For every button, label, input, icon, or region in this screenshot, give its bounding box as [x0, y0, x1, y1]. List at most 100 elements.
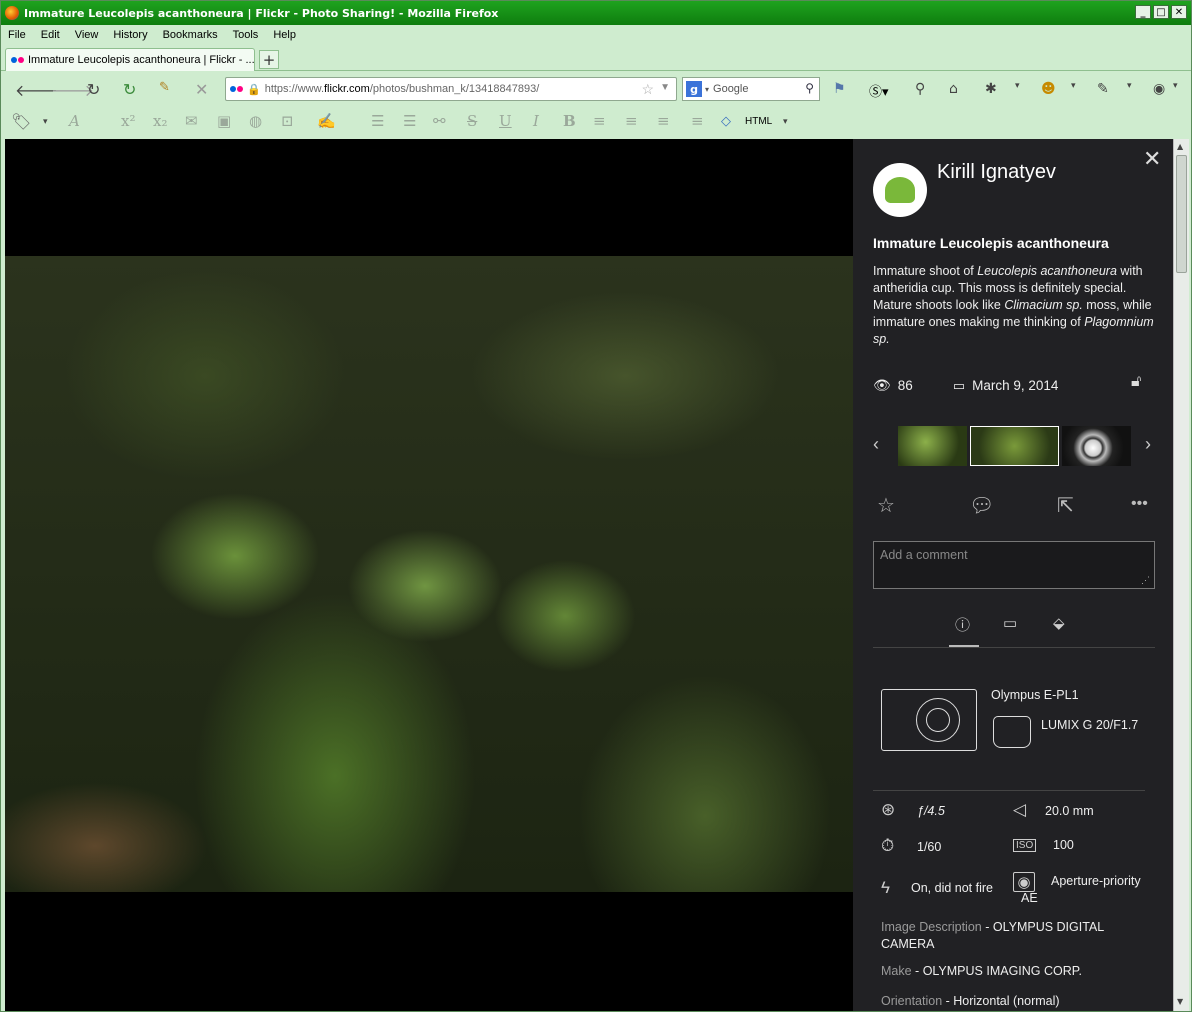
- justify-icon[interactable]: ≡: [593, 112, 606, 130]
- main-photo[interactable]: [5, 256, 853, 892]
- align-right-icon[interactable]: ≡: [657, 112, 670, 130]
- share-icon[interactable]: ⇱: [1057, 493, 1074, 518]
- exposure-mode-value: Aperture-priority AE: [1021, 874, 1141, 905]
- reload-icon[interactable]: ↻: [87, 80, 100, 99]
- info-tabs: ⓘ ▭ ⬙: [873, 602, 1155, 648]
- next-arrow-icon[interactable]: ›: [1145, 434, 1151, 455]
- shutter-value: 1/60: [917, 840, 942, 854]
- url-bar[interactable]: 🔒 https://www. flickr.com/photos/bushman_…: [225, 77, 677, 101]
- comment-bubble-icon[interactable]: 💬︎: [969, 493, 994, 518]
- tools-dropdown-icon[interactable]: ▾: [1127, 81, 1132, 91]
- flickr-favicon: [11, 57, 24, 63]
- prev-arrow-icon[interactable]: ‹: [873, 434, 879, 455]
- font-style-icon[interactable]: A: [69, 112, 80, 130]
- albums-tab-icon[interactable]: ▭: [1003, 614, 1017, 632]
- addon-face-icon[interactable]: ☻: [1041, 81, 1056, 97]
- menu-edit[interactable]: Edit: [41, 29, 60, 41]
- author-name[interactable]: Kirill Ignatyev: [937, 161, 1056, 184]
- note-icon[interactable]: ✎: [159, 80, 170, 95]
- info-tab-icon[interactable]: ⓘ: [955, 614, 970, 635]
- underline-icon[interactable]: U: [499, 112, 512, 130]
- format-toolbar: 🏷 ▾ A x² x₂ ✉ ▣ ◍ ⊡ ✍ ☰ ☰ ⚯ S U I B ≡ ≡ …: [1, 106, 1191, 138]
- align-center-icon[interactable]: ≡: [625, 112, 638, 130]
- camera-model[interactable]: Olympus E-PL1: [991, 688, 1079, 702]
- tags-tab-icon[interactable]: ⬙: [1053, 614, 1065, 632]
- meta-make: Make - OLYMPUS IMAGING CORP.: [881, 964, 1082, 978]
- menu-tools[interactable]: Tools: [233, 29, 259, 41]
- close-window-button[interactable]: ✕: [1171, 5, 1187, 19]
- url-dropdown-icon[interactable]: ▼: [660, 82, 670, 93]
- italic-icon[interactable]: I: [533, 112, 539, 130]
- scroll-thumb[interactable]: [1176, 155, 1187, 273]
- tag-icon[interactable]: 🏷: [11, 112, 31, 131]
- stop-icon[interactable]: ✕: [195, 80, 208, 99]
- tools-icon[interactable]: ✎: [1097, 81, 1109, 97]
- bookmark-star-icon[interactable]: ☆: [641, 81, 654, 98]
- title-bar: Immature Leucolepis acanthoneura | Flick…: [1, 1, 1191, 25]
- clear-icon[interactable]: ◍: [249, 112, 262, 130]
- window-controls: _ □ ✕: [1135, 5, 1187, 19]
- menu-help[interactable]: Help: [273, 29, 296, 41]
- close-icon[interactable]: ✕: [1143, 147, 1161, 172]
- engine-dropdown-icon[interactable]: ▾: [705, 85, 709, 94]
- addon3-dropdown-icon[interactable]: ▾: [1173, 81, 1178, 91]
- avatar[interactable]: [873, 163, 927, 217]
- search-bar[interactable]: g ▾ Google ⚲: [682, 77, 820, 101]
- bold-icon[interactable]: B: [563, 112, 576, 130]
- highlight-icon[interactable]: ✍: [317, 112, 336, 130]
- new-tab-button[interactable]: +: [259, 50, 279, 69]
- menu-view[interactable]: View: [75, 29, 99, 41]
- code-icon[interactable]: ⊡: [281, 112, 294, 130]
- html-dropdown-icon[interactable]: ▾: [783, 117, 788, 127]
- iso-value: 100: [1053, 838, 1074, 852]
- comment-input[interactable]: Add a comment ⋰: [873, 541, 1155, 589]
- email-icon[interactable]: ✉: [185, 112, 198, 130]
- flag-icon[interactable]: ⚑: [833, 81, 846, 97]
- more-options-icon[interactable]: •••: [1131, 495, 1148, 513]
- url-path: /photos/bushman_k/13418847893/: [369, 83, 540, 95]
- home-icon[interactable]: ⌂: [949, 81, 958, 97]
- lens-model: LUMIX G 20/F1.7: [1041, 718, 1139, 732]
- scroll-down-icon[interactable]: ▼: [1177, 997, 1183, 1006]
- focal-length-icon: ◁: [1013, 800, 1027, 819]
- addon-bug-icon[interactable]: ✱: [985, 81, 997, 97]
- align-left-icon[interactable]: ≡: [691, 112, 704, 130]
- menu-bookmarks[interactable]: Bookmarks: [163, 29, 218, 41]
- strikethrough-icon[interactable]: S: [467, 112, 477, 130]
- addon-dropdown-icon[interactable]: ▾: [1015, 81, 1020, 91]
- html-label[interactable]: HTML: [745, 116, 772, 127]
- exif-divider: [873, 790, 1145, 791]
- menu-history[interactable]: History: [113, 29, 147, 41]
- html-mode-icon[interactable]: ◇: [721, 114, 731, 129]
- superscript-icon[interactable]: x²: [121, 112, 135, 130]
- focal-length-value: 20.0 mm: [1045, 804, 1094, 818]
- bullet-list-icon[interactable]: ☰: [371, 112, 384, 130]
- search-icon[interactable]: ⚲: [805, 81, 814, 95]
- thumbnail-1[interactable]: [898, 426, 967, 466]
- addon2-dropdown-icon[interactable]: ▾: [1071, 81, 1076, 91]
- resize-grip-icon[interactable]: ⋰: [1141, 575, 1150, 586]
- maximize-button[interactable]: □: [1153, 5, 1169, 19]
- subscript-icon[interactable]: x₂: [153, 112, 167, 130]
- thumbnail-3[interactable]: [1062, 426, 1131, 466]
- ginkgo-leaf-icon: [885, 177, 915, 203]
- addon-s-icon[interactable]: Ⓢ▾: [869, 81, 889, 100]
- zoom-icon[interactable]: ⚲: [915, 81, 925, 97]
- tab-flickr[interactable]: Immature Leucolepis acanthoneura | Flick…: [5, 48, 255, 71]
- image-icon[interactable]: ▣: [217, 112, 231, 130]
- thumbnail-2[interactable]: [970, 426, 1059, 466]
- tag-dropdown-icon[interactable]: ▾: [43, 117, 48, 127]
- sync-icon[interactable]: ↻: [123, 80, 136, 99]
- addon-circle-icon[interactable]: ◉: [1153, 81, 1165, 97]
- vertical-scrollbar[interactable]: ▲ ▼: [1173, 139, 1189, 1011]
- scroll-up-icon[interactable]: ▲: [1177, 142, 1183, 151]
- window-title: Immature Leucolepis acanthoneura | Flick…: [24, 6, 499, 20]
- numbered-list-icon[interactable]: ☰: [403, 112, 416, 130]
- menu-file[interactable]: File: [8, 29, 26, 41]
- unlock-icon[interactable]: 🔓︎: [1131, 373, 1141, 391]
- minimize-button[interactable]: _: [1135, 5, 1151, 19]
- link-icon[interactable]: ⚯: [433, 112, 446, 130]
- photo-stats: 👁 86 ▭ March 9, 2014: [873, 377, 1058, 394]
- google-icon[interactable]: g: [686, 81, 702, 97]
- favorite-star-icon[interactable]: ☆: [877, 493, 895, 518]
